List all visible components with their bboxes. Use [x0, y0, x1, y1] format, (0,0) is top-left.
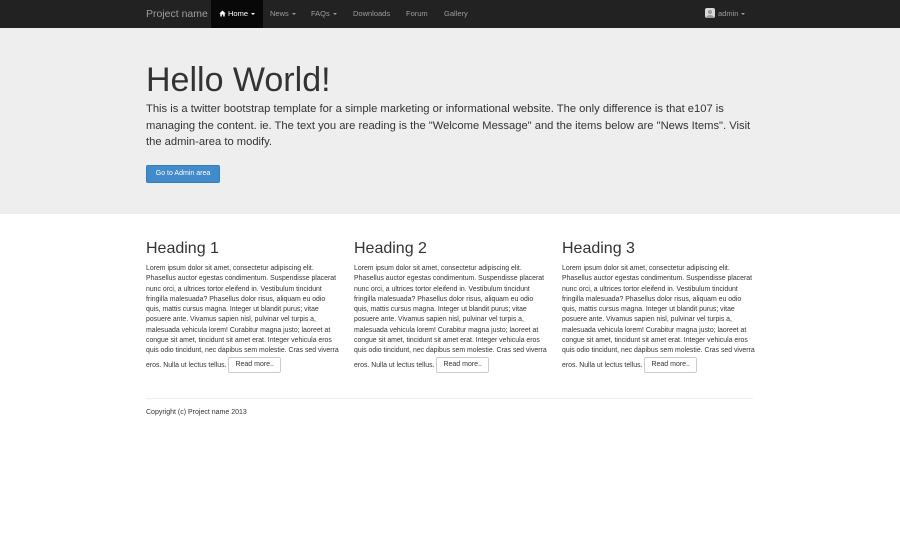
jumbotron: Hello World! This is a twitter bootstrap… [0, 28, 900, 214]
chevron-down-icon [332, 13, 337, 16]
news-item-2: Heading 2 Lorem ipsum dolor sit amet, co… [354, 240, 548, 373]
read-more-button[interactable]: Read more.. [228, 356, 281, 373]
chevron-down-icon [291, 13, 296, 16]
chevron-down-icon [741, 13, 746, 16]
news-text: Lorem ipsum dolor sit amet, consectetur … [354, 265, 547, 369]
chevron-down-icon [251, 13, 256, 16]
nav-item-home[interactable]: Home [211, 0, 264, 28]
read-more-button[interactable]: Read more.. [644, 356, 697, 373]
nav-item-downloads[interactable]: Downloads [353, 0, 390, 28]
user-menu-label: admin [718, 9, 739, 18]
news-item-1: Heading 1 Lorem ipsum dolor sit amet, co… [146, 240, 340, 373]
nav-item-faqs[interactable]: FAQs [311, 0, 337, 28]
news-item-3: Heading 3 Lorem ipsum dolor sit amet, co… [562, 240, 756, 373]
nav-item-forum[interactable]: Forum [406, 0, 428, 28]
news-text: Lorem ipsum dolor sit amet, consectetur … [146, 265, 339, 369]
news-heading: Heading 2 [354, 240, 427, 257]
read-more-button[interactable]: Read more.. [436, 356, 489, 373]
page-title: Hello World! [146, 61, 331, 99]
news-body: Lorem ipsum dolor sit amet, consectetur … [354, 264, 548, 373]
nav-label-faqs: FAQs [311, 9, 330, 18]
nav-label-news: News [270, 9, 289, 18]
home-icon [219, 10, 226, 17]
go-to-admin-button[interactable]: Go to Admin area [146, 165, 220, 183]
user-menu[interactable]: admin [705, 0, 746, 28]
brand-link[interactable]: Project name [146, 0, 208, 28]
news-text: Lorem ipsum dolor sit amet, consectetur … [562, 265, 755, 369]
nav-label-home: Home [228, 9, 249, 18]
welcome-message: This is a twitter bootstrap template for… [146, 103, 751, 148]
footer-copyright: Copyright (c) Project name 2013 [146, 409, 247, 416]
top-navbar: Project name Home News FAQs Downloads Fo… [0, 0, 900, 28]
news-heading: Heading 1 [146, 240, 219, 257]
nav-item-news[interactable]: News [270, 0, 296, 28]
footer-divider [146, 398, 753, 399]
news-body: Lorem ipsum dolor sit amet, consectetur … [562, 264, 756, 373]
nav-item-gallery[interactable]: Gallery [444, 0, 468, 28]
news-body: Lorem ipsum dolor sit amet, consectetur … [146, 264, 340, 373]
avatar [705, 8, 715, 18]
news-heading: Heading 3 [562, 240, 635, 257]
